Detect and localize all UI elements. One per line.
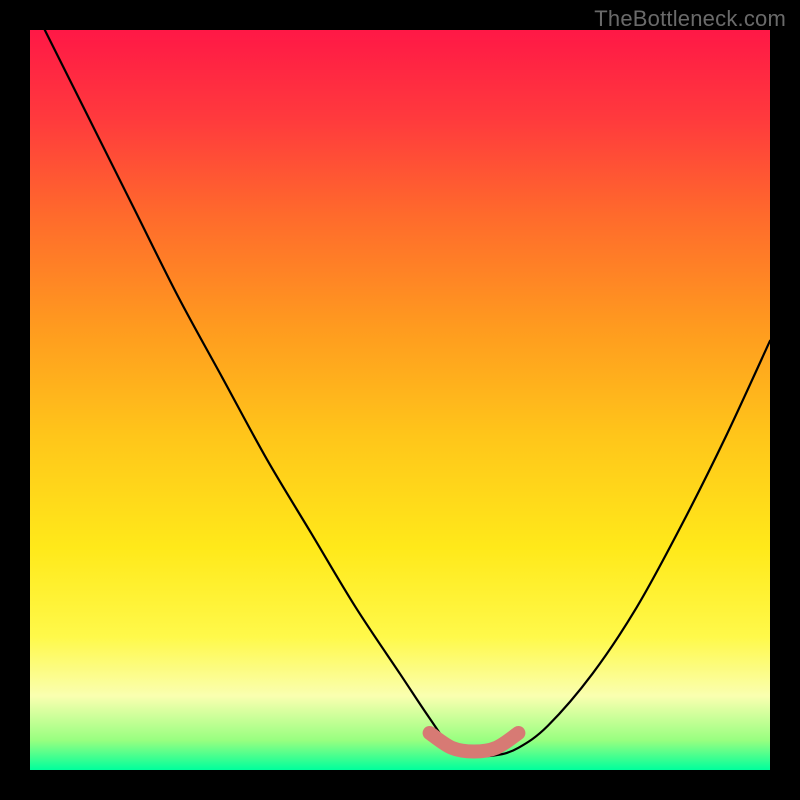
plot-area — [30, 30, 770, 770]
watermark-text: TheBottleneck.com — [594, 6, 786, 32]
chart-frame: TheBottleneck.com — [0, 0, 800, 800]
gradient-background — [30, 30, 770, 770]
plot-svg — [30, 30, 770, 770]
